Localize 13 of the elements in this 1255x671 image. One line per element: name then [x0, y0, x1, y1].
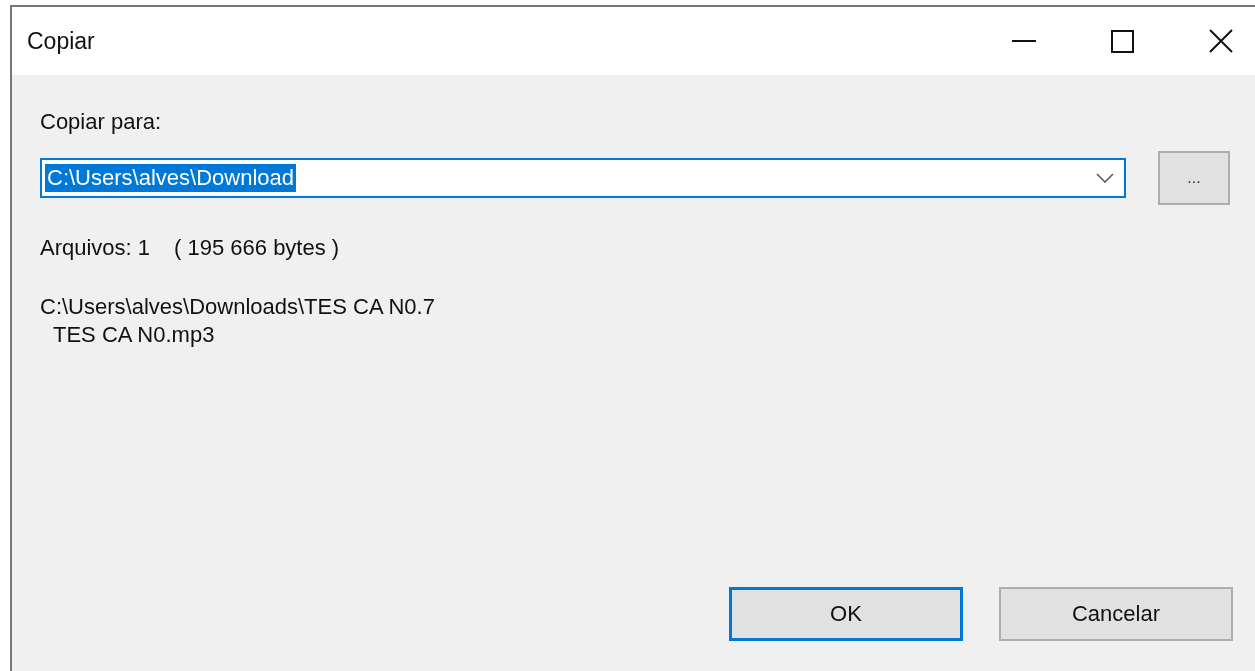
dialog-button[interactable]: Cancelar	[999, 587, 1233, 641]
destination-combo-field[interactable]: C:\Users\alves\Download	[40, 158, 1126, 198]
dialog-button[interactable]: OK	[729, 587, 963, 641]
chevron-down-icon[interactable]	[1096, 173, 1114, 183]
browse-button[interactable]: ...	[1158, 151, 1230, 205]
file-path: C:\Users\alves\Downloads\TES CA N0.7	[40, 293, 435, 321]
window-title: Copiar	[27, 27, 95, 55]
close-icon[interactable]	[1209, 29, 1233, 53]
maximize-icon[interactable]	[1111, 29, 1134, 53]
destination-label: Copiar para:	[40, 109, 162, 135]
file-size: ( 195 666 bytes )	[174, 235, 340, 261]
file-path: TES CA N0.mp3	[53, 321, 215, 349]
file-count: Arquivos: 1	[40, 235, 151, 261]
